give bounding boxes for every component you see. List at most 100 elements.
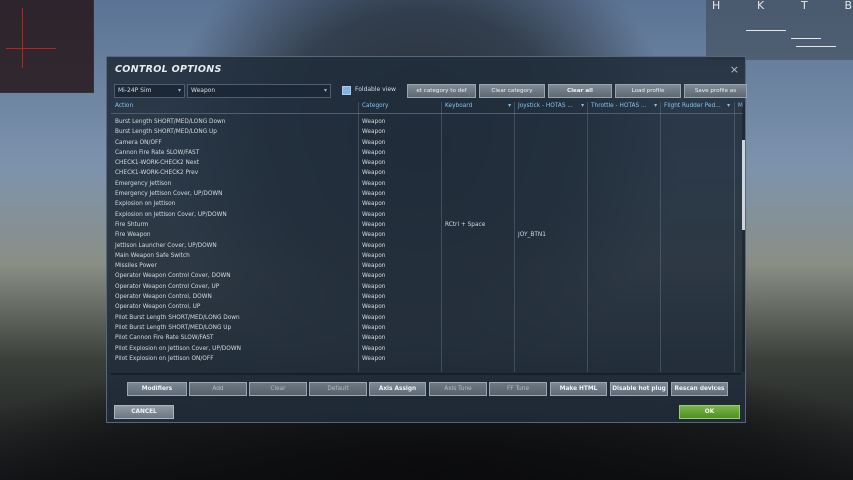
default-button[interactable]: Default xyxy=(309,382,367,396)
table-row[interactable]: Emergency Jettison Weapon xyxy=(111,180,737,190)
category-cell: Weapon xyxy=(362,263,386,270)
table-row[interactable]: Cannon Fire Rate SLOW/FAST Weapon xyxy=(111,149,737,159)
hud-indicator-right: H K T B xyxy=(706,0,853,60)
category-cell: Weapon xyxy=(362,252,386,259)
table-row[interactable]: CHECK1-WORK-CHECK2 Prev Weapon xyxy=(111,169,737,179)
table-row[interactable]: Pilot Explosion on Jettison Cover, UP/DO… xyxy=(111,345,737,355)
column-header-action[interactable]: Action xyxy=(115,103,133,109)
table-row[interactable]: Jettison Launcher Cover, UP/DOWN Weapon xyxy=(111,242,737,252)
category-cell: Weapon xyxy=(362,201,386,208)
load-profile-button[interactable]: Load profile xyxy=(615,84,681,98)
table-row[interactable]: Burst Length SHORT/MED/LONG Up Weapon xyxy=(111,128,737,138)
action-cell: Fire Weapon xyxy=(115,232,151,239)
foldable-view-checkbox[interactable] xyxy=(342,86,351,95)
hud-letters: H K T B xyxy=(712,0,852,12)
table-row[interactable]: Missiles Power Weapon xyxy=(111,262,737,272)
column-header-keyboard[interactable]: Keyboard ▾ xyxy=(445,103,515,109)
action-cell: Operator Weapon Control Cover, DOWN xyxy=(115,273,231,280)
table-row[interactable]: Fire Weapon Weapon JOY_BTN1 xyxy=(111,231,737,241)
action-cell: Fire Shturm xyxy=(115,221,149,228)
category-cell: Weapon xyxy=(362,180,386,187)
action-cell: Operator Weapon Control, DOWN xyxy=(115,294,212,301)
axis-assign-button[interactable]: Axis Assign xyxy=(369,382,426,396)
cancel-button[interactable]: CANCEL xyxy=(114,405,174,419)
category-cell: Weapon xyxy=(362,335,386,342)
action-cell: Camera ON/OFF xyxy=(115,139,162,146)
table-row[interactable]: Pilot Burst Length SHORT/MED/LONG Up Weap… xyxy=(111,324,737,334)
axis-tune-button[interactable]: Axis Tune xyxy=(429,382,487,396)
aircraft-select[interactable]: Mi-24P Sim ▾ xyxy=(114,84,185,98)
vertical-scrollbar[interactable] xyxy=(742,102,745,372)
save-profile-as-button[interactable]: Save profile as xyxy=(684,84,747,98)
action-cell: CHECK1-WORK-CHECK2 Prev xyxy=(115,170,199,177)
category-cell: Weapon xyxy=(362,232,386,239)
add-button[interactable]: Add xyxy=(189,382,247,396)
category-cell: Weapon xyxy=(362,273,386,280)
table-row[interactable]: Explosion on Jettison Weapon xyxy=(111,200,737,210)
ff-tune-button[interactable]: FF Tune xyxy=(489,382,547,396)
table-row[interactable]: Operator Weapon Control Cover, UP Weapon xyxy=(111,283,737,293)
set-category-default-button[interactable]: et category to def xyxy=(407,84,476,98)
table-row[interactable]: Pilot Cannon Fire Rate SLOW/FAST Weapon xyxy=(111,334,737,344)
column-header-category[interactable]: Category xyxy=(362,103,388,109)
table-row[interactable]: Operator Weapon Control, UP Weapon xyxy=(111,303,737,313)
clear-all-button[interactable]: Clear all xyxy=(548,84,612,98)
category-cell: Weapon xyxy=(362,304,386,311)
table-row[interactable]: Operator Weapon Control, DOWN Weapon xyxy=(111,293,737,303)
action-cell: Emergency Jettison xyxy=(115,180,172,187)
disable-hot-plug-button[interactable]: Disable hot plug xyxy=(610,382,668,396)
column-header-rudder[interactable]: Flight Rudder Ped... ▾ xyxy=(664,103,734,109)
table-row[interactable]: Burst Length SHORT/MED/LONG Down Weapon xyxy=(111,118,737,128)
hud-indicator-left xyxy=(0,0,94,93)
modifiers-button[interactable]: Modifiers xyxy=(127,382,187,396)
action-cell: Burst Length SHORT/MED/LONG Down xyxy=(115,119,226,125)
table-row[interactable]: Fire Shturm Weapon RCtrl + Space xyxy=(111,221,737,231)
control-options-dialog: CONTROL OPTIONS × Mi-24P Sim ▾ Weapon ▾ … xyxy=(106,56,747,423)
table-row[interactable]: Pilot Burst Length SHORT/MED/LONG Down We… xyxy=(111,314,737,324)
action-cell: Pilot Cannon Fire Rate SLOW/FAST xyxy=(115,335,214,342)
table-header: Action Category Keyboard ▾ Joystick - HOT… xyxy=(111,102,743,114)
clear-button[interactable]: Clear xyxy=(249,382,307,396)
column-header-throttle[interactable]: Throttle - HOTAS ... ▾ xyxy=(591,103,661,109)
joystick-binding-cell: JOY_BTN1 xyxy=(518,232,546,239)
dropdown-icon: ▾ xyxy=(727,103,730,109)
category-cell: Weapon xyxy=(362,139,386,146)
ok-button[interactable]: OK xyxy=(679,405,740,419)
category-cell: Weapon xyxy=(362,129,386,136)
category-cell: Weapon xyxy=(362,160,386,167)
clear-category-button[interactable]: Clear category xyxy=(479,84,545,98)
make-html-button[interactable]: Make HTML xyxy=(550,382,607,396)
category-cell: Weapon xyxy=(362,191,386,198)
chevron-down-icon: ▾ xyxy=(177,87,181,94)
action-cell: Pilot Explosion on Jettison Cover, UP/DO… xyxy=(115,345,241,352)
table-row[interactable]: Main Weapon Safe Switch Weapon xyxy=(111,252,737,262)
close-icon[interactable]: × xyxy=(730,63,739,76)
action-cell: Jettison Launcher Cover, UP/DOWN xyxy=(115,242,217,249)
category-cell: Weapon xyxy=(362,119,386,125)
table-row[interactable]: CHECK1-WORK-CHECK2 Next Weapon xyxy=(111,159,737,169)
table-row[interactable]: Pilot Explosion on Jettison ON/OFF Weapon xyxy=(111,355,737,365)
table-row[interactable]: Emergency Jettison Cover, UP/DOWN Weapon xyxy=(111,190,737,200)
dropdown-icon: ▾ xyxy=(654,103,657,109)
foldable-view-label: Foldable view xyxy=(355,86,396,93)
action-cell: Operator Weapon Control, UP xyxy=(115,304,201,311)
category-cell: Weapon xyxy=(362,314,386,321)
rescan-devices-button[interactable]: Rescan devices xyxy=(671,382,728,396)
table-row[interactable]: Operator Weapon Control Cover, DOWN Weapo… xyxy=(111,272,737,282)
category-cell: Weapon xyxy=(362,324,386,331)
action-cell: Cannon Fire Rate SLOW/FAST xyxy=(115,149,200,156)
action-cell: Burst Length SHORT/MED/LONG Up xyxy=(115,129,217,136)
category-cell: Weapon xyxy=(362,294,386,301)
horizontal-scrollbar[interactable] xyxy=(111,373,741,375)
category-cell: Weapon xyxy=(362,221,386,228)
table-row[interactable]: Explosion on Jettison Cover, UP/DOWN Weap… xyxy=(111,211,737,221)
action-cell: Pilot Burst Length SHORT/MED/LONG Up xyxy=(115,324,232,331)
column-header-joystick[interactable]: Joystick - HOTAS ... ▾ xyxy=(518,103,588,109)
bindings-table: Action Category Keyboard ▾ Joystick - HOT… xyxy=(111,102,743,372)
keyboard-binding-cell: RCtrl + Space xyxy=(445,221,486,228)
category-select[interactable]: Weapon ▾ xyxy=(187,84,331,98)
action-cell: Missiles Power xyxy=(115,263,157,270)
table-row[interactable]: Camera ON/OFF Weapon xyxy=(111,139,737,149)
scrollbar-thumb[interactable] xyxy=(742,140,745,230)
category-cell: Weapon xyxy=(362,242,386,249)
